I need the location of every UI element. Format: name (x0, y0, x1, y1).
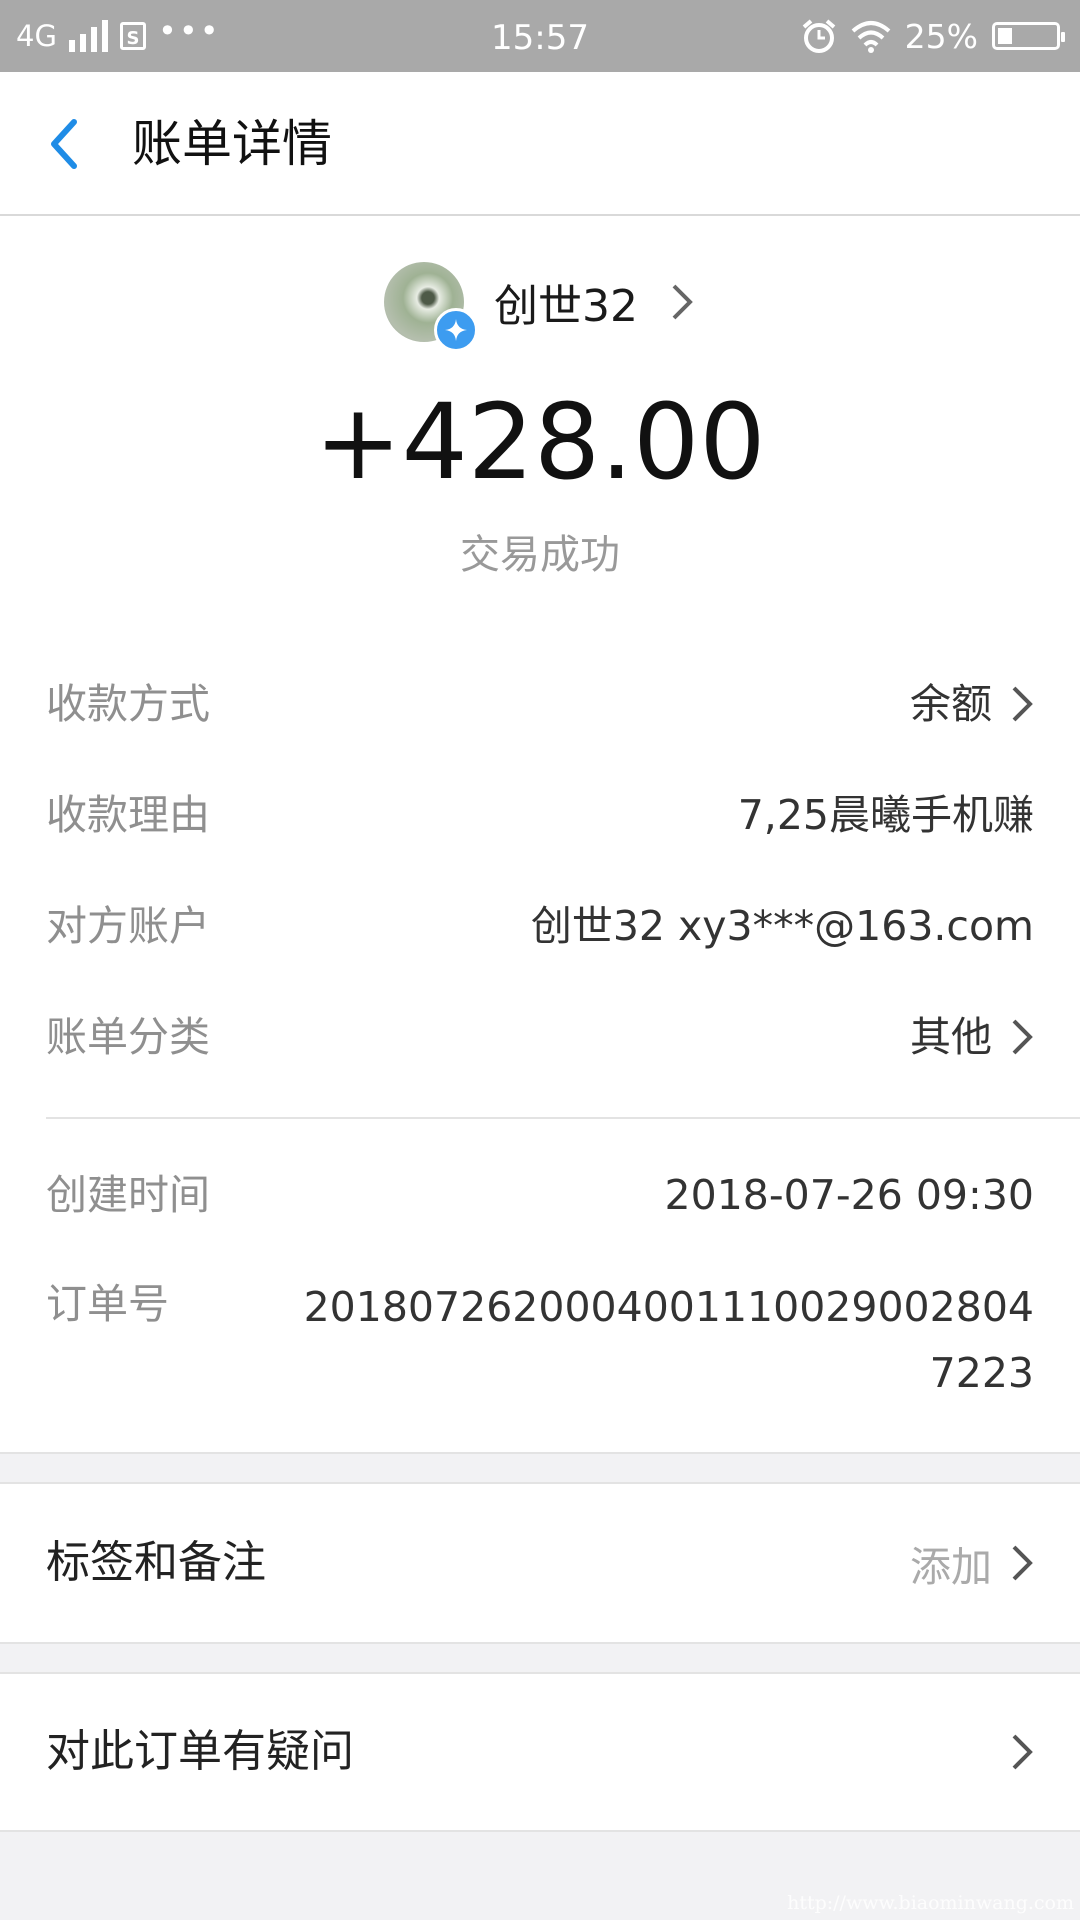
tags-label: 标签和备注 (46, 1537, 266, 1588)
order-number: 2018072620004001110029002804​7223 (303, 1283, 1034, 1397)
row-value: 2018-07-26 09:30 (664, 1171, 1034, 1219)
row-value-wrapper: 余额 (910, 674, 1034, 734)
page-title: 账单详情 (132, 115, 332, 173)
back-arrow-icon[interactable] (40, 116, 96, 172)
detail-row-order-number: 订单号 2018072620004001110029002804​7223 (46, 1274, 1034, 1406)
transaction-status: 交易成功 (460, 532, 620, 578)
divider (46, 1117, 1080, 1119)
row-label: 订单号 (46, 1280, 169, 1328)
row-value: 其他 (910, 1013, 992, 1061)
battery-icon (992, 22, 1065, 50)
row-value: 余额 (910, 680, 992, 728)
star-icon (445, 319, 467, 341)
battery-level-fill (998, 28, 1012, 44)
wifi-icon (851, 21, 890, 53)
detail-row-account: 对方账户 创世32 xy3***@163.com (46, 896, 1034, 956)
payer-link[interactable]: 创世32 (0, 260, 1080, 352)
question-label: 对此订单有疑问 (46, 1726, 354, 1777)
row-label: 账单分类 (46, 1013, 210, 1061)
bill-detail-card: 创世32 +428.00 交易成功 收款方式 余额 收款理由 7,25晨曦手机赚… (0, 216, 1080, 1454)
detail-row-created-time: 创建时间 2018-07-26 09:30 (46, 1165, 1034, 1225)
row-label: 创建时间 (46, 1171, 210, 1219)
detail-row-payment-method[interactable]: 收款方式 余额 (46, 674, 1034, 734)
amount: +428.00 (314, 381, 766, 503)
status-right: 25% (801, 0, 1065, 72)
row-value: 创世32 xy3***@163.com (530, 902, 1034, 950)
bill-detail-screen: 4G S ••• 15:57 25% 账单详情 创世32 +428.00 交易成… (0, 0, 1080, 1920)
tags-action: 添加 (910, 1484, 1034, 1642)
chevron-right-icon (1012, 686, 1033, 722)
row-label: 收款理由 (46, 791, 210, 839)
battery-percent: 25% (904, 16, 978, 56)
add-tag-label: 添加 (910, 1543, 992, 1591)
payer-name: 创世32 (494, 281, 638, 332)
row-value: 7,25晨曦手机赚 (737, 791, 1034, 839)
watermark: http://www.biaominwang.com (787, 1892, 1074, 1914)
verified-badge-icon (434, 308, 478, 352)
alarm-icon (802, 19, 835, 53)
tags-notes-row[interactable]: 标签和备注 添加 (0, 1482, 1080, 1644)
nav-bar: 账单详情 (0, 72, 1080, 216)
status-bar: 4G S ••• 15:57 25% (0, 0, 1080, 72)
order-question-row[interactable]: 对此订单有疑问 (0, 1672, 1080, 1832)
chevron-right-icon (1012, 1734, 1033, 1770)
avatar (384, 262, 478, 352)
row-label: 对方账户 (46, 902, 210, 950)
detail-row-category[interactable]: 账单分类 其他 (46, 1007, 1034, 1067)
detail-row-reason: 收款理由 7,25晨曦手机赚 (46, 785, 1034, 845)
row-label: 收款方式 (46, 680, 210, 728)
row-value-wrapper: 其他 (910, 1007, 1034, 1067)
chevron-right-icon (672, 284, 693, 320)
chevron-right-icon (1012, 1545, 1033, 1581)
chevron-right-icon (1012, 1019, 1033, 1055)
